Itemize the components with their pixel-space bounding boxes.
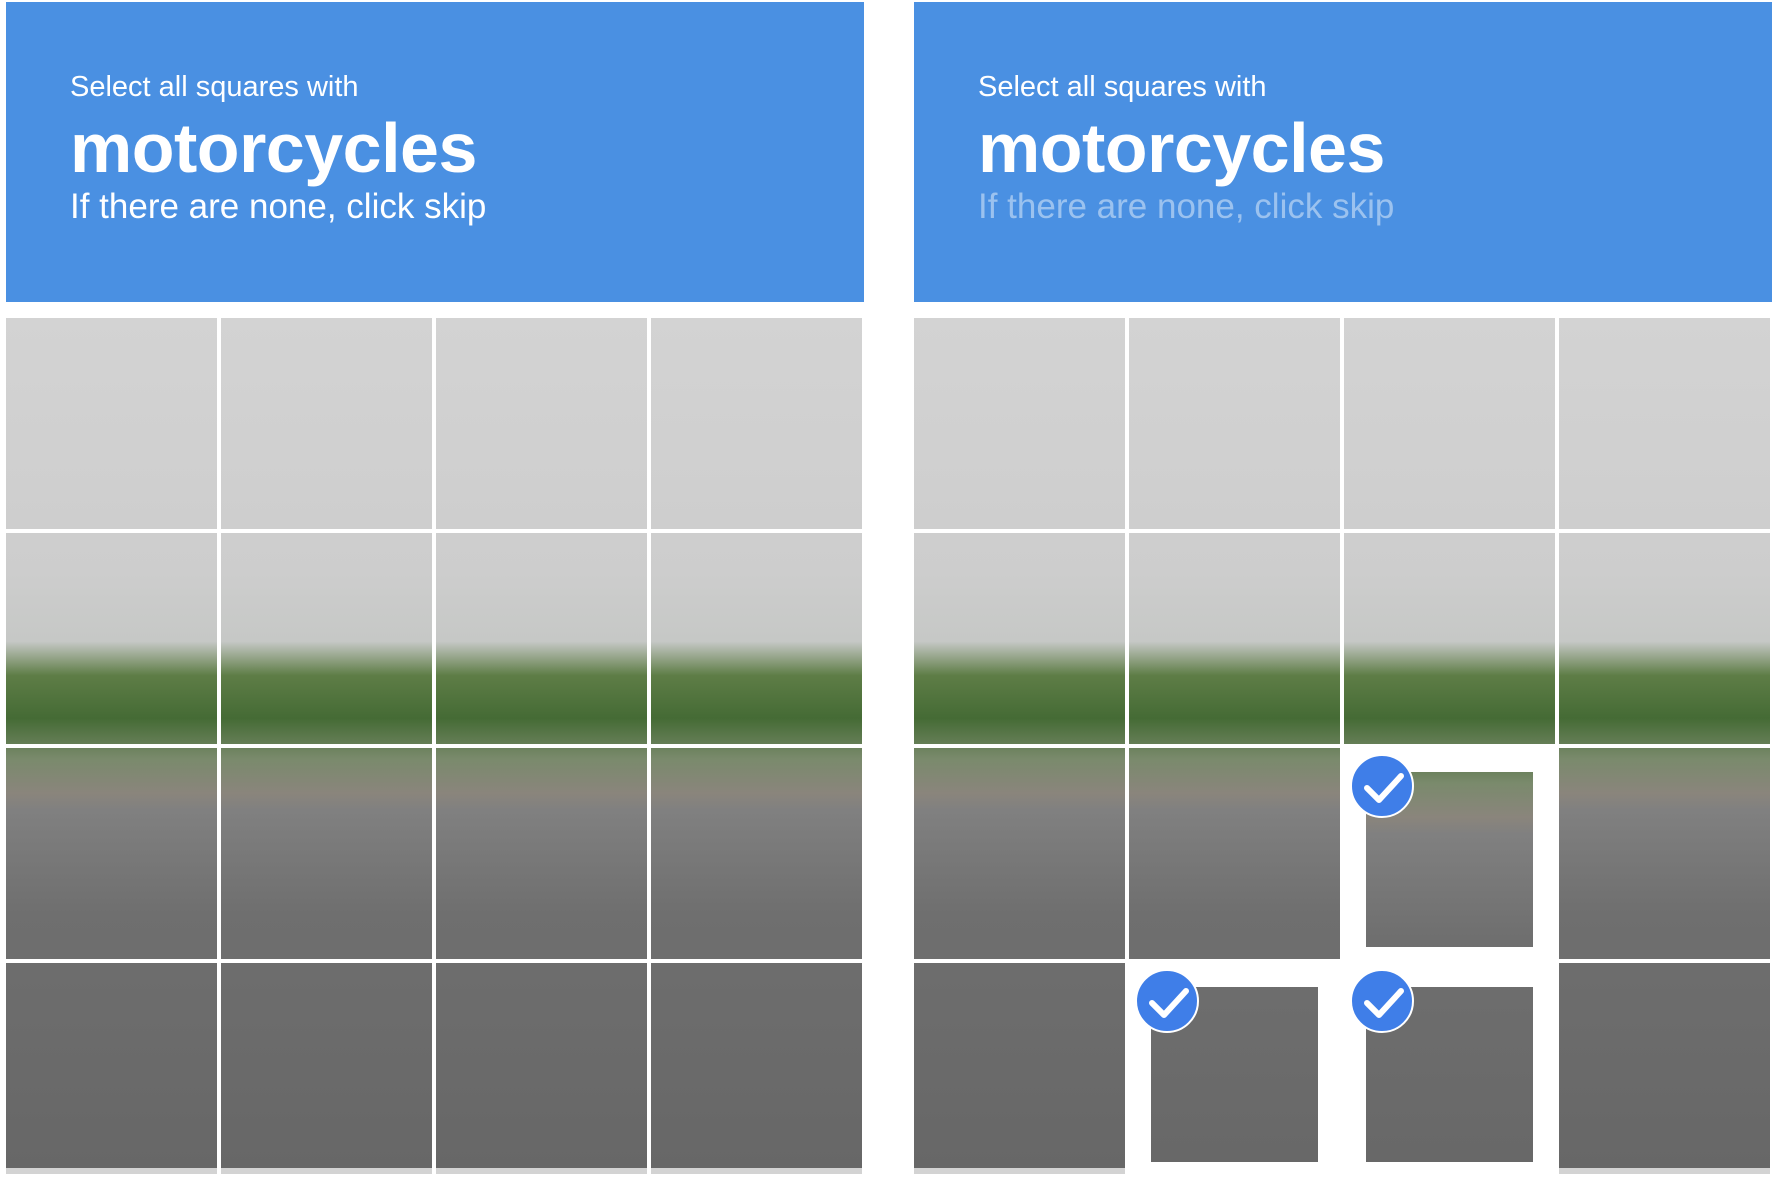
- skip-hint: If there are none, click skip: [70, 187, 487, 226]
- captcha-instructions: Select all squares with motorcycles If t…: [6, 2, 864, 302]
- grid-tile[interactable]: [436, 963, 647, 1174]
- image-grid: [6, 318, 862, 1174]
- grid-tile[interactable]: [1129, 533, 1340, 744]
- tile-image: [1559, 748, 1770, 959]
- grid-tile[interactable]: [914, 318, 1125, 529]
- grid-tile[interactable]: [1559, 748, 1770, 959]
- checkmark-icon: [1350, 969, 1414, 1033]
- grid-tile[interactable]: [651, 318, 862, 529]
- tile-image: [436, 963, 647, 1174]
- tile-image: [6, 963, 217, 1174]
- captcha-panel-left: Select all squares with motorcycles If t…: [4, 0, 864, 1186]
- tile-image: [221, 318, 432, 529]
- grid-tile[interactable]: [6, 533, 217, 744]
- grid-tile[interactable]: [1559, 963, 1770, 1174]
- grid-tile[interactable]: [651, 533, 862, 744]
- grid-tile[interactable]: [436, 748, 647, 959]
- target-object: motorcycles: [70, 109, 477, 187]
- tile-image: [436, 748, 647, 959]
- grid-tile[interactable]: [221, 748, 432, 959]
- grid-tile[interactable]: [1559, 533, 1770, 744]
- grid-tile[interactable]: [221, 963, 432, 1174]
- tile-image: [6, 533, 217, 744]
- tile-image: [651, 748, 862, 959]
- tile-image: [914, 963, 1125, 1174]
- tile-image: [221, 963, 432, 1174]
- checkmark-icon: [1135, 969, 1199, 1033]
- grid-tile[interactable]: [6, 748, 217, 959]
- grid-tile[interactable]: [651, 748, 862, 959]
- tile-image: [914, 533, 1125, 744]
- tile-image: [1559, 533, 1770, 744]
- tile-image: [651, 318, 862, 529]
- tile-image: [6, 748, 217, 959]
- tile-image: [1344, 533, 1555, 744]
- grid-tile[interactable]: [914, 963, 1125, 1174]
- tile-image: [651, 963, 862, 1174]
- captcha-instructions: Select all squares with motorcycles If t…: [914, 2, 1772, 302]
- grid-tile[interactable]: [1129, 318, 1340, 529]
- grid-tile[interactable]: [436, 533, 647, 744]
- grid-tile[interactable]: [436, 318, 647, 529]
- grid-tile[interactable]: [914, 533, 1125, 744]
- grid-tile[interactable]: [6, 963, 217, 1174]
- target-object: motorcycles: [978, 109, 1385, 187]
- checkmark-icon: [1350, 754, 1414, 818]
- grid-tile[interactable]: [651, 963, 862, 1174]
- grid-tile[interactable]: [1559, 318, 1770, 529]
- tile-image: [436, 318, 647, 529]
- tile-image: [1344, 318, 1555, 529]
- tile-image: [1559, 318, 1770, 529]
- tile-image: [1129, 533, 1340, 744]
- grid-tile[interactable]: [1344, 748, 1555, 959]
- tile-image: [1129, 318, 1340, 529]
- grid-tile[interactable]: [1129, 748, 1340, 959]
- instruction-line: Select all squares with: [978, 71, 1267, 103]
- tile-image: [914, 318, 1125, 529]
- tile-image: [651, 533, 862, 744]
- captcha-panel-right: Select all squares with motorcycles If t…: [912, 0, 1772, 1186]
- grid-tile[interactable]: [6, 318, 217, 529]
- tile-image: [6, 318, 217, 529]
- tile-image: [914, 748, 1125, 959]
- tile-image: [221, 748, 432, 959]
- grid-tile[interactable]: [914, 748, 1125, 959]
- grid-tile[interactable]: [221, 533, 432, 744]
- grid-tile[interactable]: [1344, 533, 1555, 744]
- tile-image: [436, 533, 647, 744]
- tile-image: [221, 533, 432, 744]
- grid-tile[interactable]: [221, 318, 432, 529]
- tile-image: [1129, 748, 1340, 959]
- instruction-line: Select all squares with: [70, 71, 359, 103]
- grid-tile[interactable]: [1344, 963, 1555, 1174]
- grid-tile[interactable]: [1129, 963, 1340, 1174]
- image-grid: [914, 318, 1770, 1174]
- tile-image: [1559, 963, 1770, 1174]
- grid-tile[interactable]: [1344, 318, 1555, 529]
- skip-hint: If there are none, click skip: [978, 187, 1395, 226]
